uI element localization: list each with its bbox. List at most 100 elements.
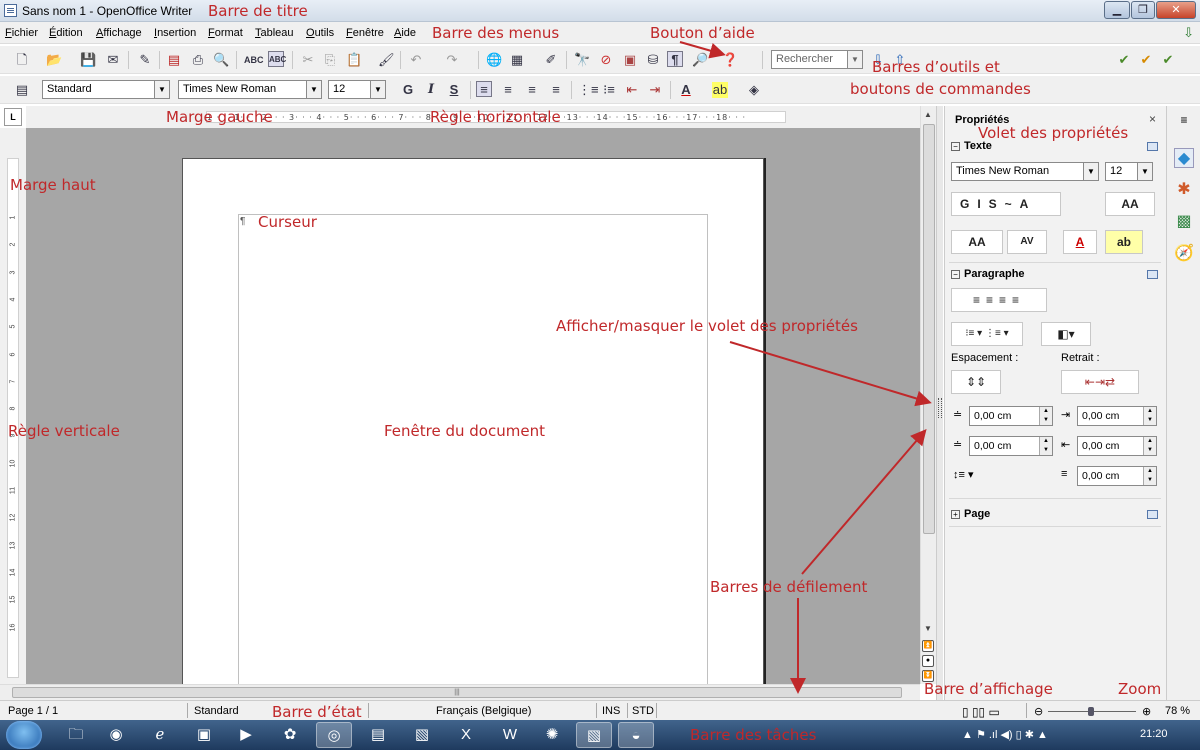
update-icon[interactable]: ⇩ (1183, 25, 1194, 41)
bullets-icon[interactable]: ⁝≡ (601, 82, 617, 98)
menu-fichier[interactable]: Fichier (5, 27, 38, 39)
tab-stop-selector[interactable]: L (4, 108, 22, 126)
hyperlink-icon[interactable]: 🌐 (486, 52, 502, 68)
spacing-buttons[interactable]: ⇕⇕ (951, 370, 1001, 394)
deck-menu-icon[interactable]: ≡ (1174, 110, 1194, 130)
language[interactable]: Français (Belgique) (436, 705, 531, 717)
export-pdf-icon[interactable]: ▤ (166, 52, 182, 68)
scroll-up-icon[interactable]: ▲ (924, 110, 932, 119)
indent-before-field[interactable]: 0,00 cm ▲ ▼ (1077, 406, 1157, 426)
chevron-down-icon[interactable]: ▼ (1137, 163, 1152, 180)
menu-fenetre[interactable]: Fenêtre (346, 27, 384, 39)
close-icon[interactable]: × (1149, 112, 1156, 126)
help-icon[interactable]: ❓ (722, 52, 738, 68)
bold-button[interactable]: G (400, 82, 416, 98)
print-icon[interactable]: ⎙ (190, 52, 206, 68)
app-bug-icon[interactable]: ✺ (534, 722, 570, 748)
print-preview-icon[interactable]: 🔍 (213, 52, 229, 68)
save-icon[interactable]: 💾 (80, 52, 96, 68)
first-line-indent-field[interactable]: 0,00 cm ▲ ▼ (1077, 466, 1157, 486)
font-grow-shrink-buttons[interactable]: AA (1105, 192, 1155, 216)
menu-aide[interactable]: Aide (394, 27, 416, 39)
underline-button[interactable]: S (446, 82, 462, 98)
extension-check-icon[interactable]: ✔ (1160, 52, 1176, 68)
search-input[interactable]: Rechercher ▼ (771, 50, 863, 69)
ie-icon[interactable]: ℯ (142, 722, 178, 748)
formatting-marks-icon[interactable]: ¶ (667, 51, 683, 67)
vertical-scrollbar[interactable]: ▲ ▼ (920, 106, 936, 684)
table-icon[interactable]: ▦ (509, 52, 525, 68)
previous-page-icon[interactable]: ⏫ (922, 640, 934, 652)
paragraph-background-button[interactable]: ◧▾ (1041, 322, 1091, 346)
font-name-select[interactable]: Times New Roman ▼ (178, 80, 322, 99)
zoom-slider-thumb[interactable] (1088, 707, 1094, 716)
close-button[interactable]: ✕ (1156, 1, 1196, 19)
paragraph-align-buttons[interactable]: ≡≡≡≡ (951, 288, 1047, 312)
maximize-button[interactable]: ❐ (1131, 1, 1155, 19)
app-folder-icon[interactable]: ▧ (576, 722, 612, 748)
section-paragraph-header[interactable]: − Paragraphe (951, 268, 1025, 280)
chevron-down-icon[interactable]: ▼ (154, 81, 169, 98)
navigator-deck-icon[interactable]: 🧭 (1174, 244, 1194, 264)
align-center-icon[interactable]: ≡ (500, 82, 516, 98)
align-left-icon[interactable]: ≡ (476, 81, 492, 97)
autospellcheck-icon[interactable]: ABC (268, 51, 286, 67)
minimize-button[interactable]: ▁ (1104, 1, 1130, 19)
gallery-icon[interactable]: ▣ (622, 52, 638, 68)
indent-buttons[interactable]: ⇤⇥⇄ (1061, 370, 1139, 394)
spacing-below-field[interactable]: 0,00 cm ▲ ▼ (969, 436, 1053, 456)
clock[interactable]: 21:20 (1140, 728, 1168, 740)
menu-outils[interactable]: Outils (306, 27, 334, 39)
list-buttons[interactable]: ⁝≡ ▾ ⋮≡ ▾ (951, 322, 1023, 346)
clone-format-icon[interactable]: 🖌 (378, 52, 395, 68)
redo-icon[interactable]: ↷ (444, 52, 460, 68)
justify-icon[interactable]: ≡ (548, 82, 564, 98)
app-red-icon[interactable]: ✿ (272, 722, 308, 748)
menu-edition[interactable]: Édition (49, 27, 83, 39)
start-button[interactable] (6, 721, 42, 749)
open-folder-icon[interactable]: 📂 (46, 52, 62, 68)
text-style-buttons[interactable]: GIS~A (951, 192, 1061, 216)
sidebar-font-color-button[interactable]: A (1063, 230, 1097, 254)
char-spacing-button[interactable]: AV (1007, 230, 1047, 254)
email-icon[interactable]: ✉ (105, 52, 121, 68)
chevron-down-icon[interactable]: ▼ (1083, 163, 1098, 180)
indent-after-field[interactable]: 0,00 cm ▲ ▼ (1077, 436, 1157, 456)
sidebar-highlight-button[interactable]: ab (1105, 230, 1143, 254)
extension-green-icon[interactable]: ✔ (1116, 52, 1132, 68)
navigation-icon[interactable]: ● (922, 655, 934, 667)
page-style[interactable]: Standard (194, 705, 239, 717)
font-color-icon[interactable]: A (678, 82, 694, 98)
new-document-icon[interactable]: 🗋 (14, 52, 30, 68)
line-spacing-icon[interactable]: ↕≡ ▾ (953, 468, 974, 481)
data-sources-icon[interactable]: ⛁ (645, 52, 661, 68)
gallery-deck-icon[interactable]: ▩ (1174, 212, 1194, 232)
firefox-icon[interactable]: ◉ (98, 722, 134, 748)
app-green-icon[interactable]: ▣ (186, 722, 222, 748)
spacing-above-field[interactable]: 0,00 cm ▲ ▼ (969, 406, 1053, 426)
zoom-out-icon[interactable]: ⊖ (1034, 705, 1043, 718)
app-orange-icon[interactable]: ▶ (228, 722, 264, 748)
splitter-grip[interactable] (938, 398, 942, 418)
draw-functions-icon[interactable]: ✐ (543, 52, 559, 68)
menu-insertion[interactable]: Insertion (154, 27, 196, 39)
navigator-icon[interactable]: ⊘ (598, 52, 614, 68)
insert-mode[interactable]: INS (602, 705, 620, 717)
zoom-icon[interactable]: 🔎 (692, 52, 708, 68)
find-replace-icon[interactable]: 🔭 (574, 52, 590, 68)
numbering-icon[interactable]: ⋮≡ (578, 82, 599, 98)
spellcheck-icon[interactable]: ABC (244, 52, 264, 68)
word-icon[interactable]: W (492, 722, 528, 748)
extension-orange-icon[interactable]: ✔ (1138, 52, 1154, 68)
chevron-down-icon[interactable]: ▼ (847, 51, 862, 68)
properties-deck-icon[interactable]: ◆ (1174, 148, 1194, 168)
app-document-icon[interactable] (4, 4, 17, 17)
scroll-down-icon[interactable]: ▼ (924, 624, 932, 633)
paste-icon[interactable]: 📋 (346, 52, 362, 68)
styles-formatting-icon[interactable]: ▤ (14, 82, 30, 98)
increase-indent-icon[interactable]: ⇥ (647, 82, 663, 98)
chevron-down-icon[interactable]: ▼ (370, 81, 385, 98)
cut-icon[interactable]: ✂ (300, 52, 316, 68)
menu-format[interactable]: Format (208, 27, 243, 39)
edit-file-icon[interactable]: ✎ (137, 52, 153, 68)
